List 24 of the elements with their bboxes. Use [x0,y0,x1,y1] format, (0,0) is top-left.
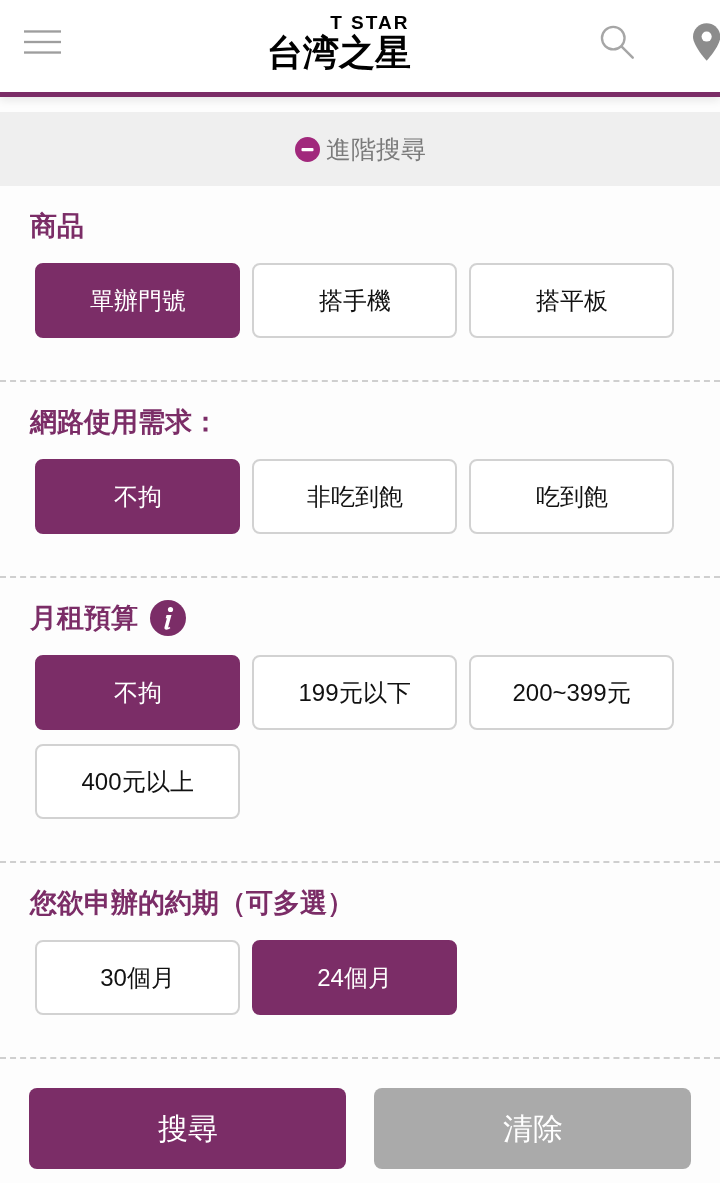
option-button[interactable]: 不拘 [35,459,240,534]
logo-title: 台湾之星 [267,33,412,73]
advanced-search-bar[interactable]: 進階搜尋 [0,112,720,186]
section-title: 月租預算 [30,602,138,635]
info-icon[interactable] [150,600,186,636]
section-title: 您欲申辦的約期（可多選） [30,887,354,920]
section-title: 商品 [30,210,84,243]
option-button[interactable]: 24個月 [252,940,457,1015]
minus-circle-icon[interactable] [294,136,320,162]
logo-subtitle: T STAR [330,13,410,33]
option-button[interactable]: 單辦門號 [35,263,240,338]
option-button[interactable]: 400元以上 [35,744,240,819]
option-button[interactable]: 吃到飽 [469,459,674,534]
menu-icon[interactable] [24,27,62,57]
advanced-search-label: 進階搜尋 [325,134,426,164]
option-button[interactable]: 非吃到飽 [252,459,457,534]
search-button[interactable]: 搜尋 [29,1088,346,1169]
section-title: 網路使用需求： [30,406,219,439]
option-button[interactable]: 不拘 [35,655,240,730]
option-button[interactable]: 199元以下 [252,655,457,730]
option-button[interactable]: 搭平板 [469,263,674,338]
option-button[interactable]: 200~399元 [469,655,674,730]
option-button[interactable]: 30個月 [35,940,240,1015]
option-button[interactable]: 搭手機 [252,263,457,338]
